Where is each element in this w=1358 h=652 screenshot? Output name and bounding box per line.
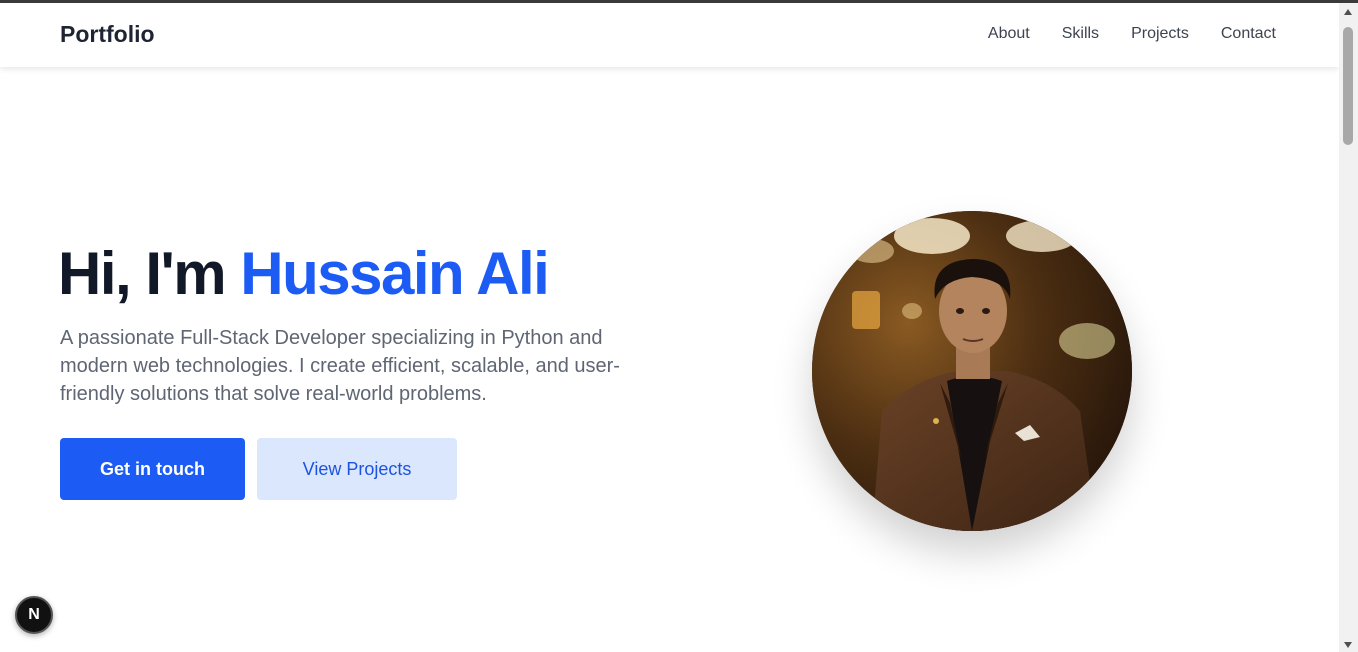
scrollbar-thumb[interactable]: [1343, 27, 1353, 145]
hero-title: Hi, I'm Hussain Ali: [58, 239, 550, 308]
nav-link-projects[interactable]: Projects: [1131, 25, 1189, 43]
nav-links: About Skills Projects Contact: [988, 25, 1276, 43]
view-projects-button[interactable]: View Projects: [257, 438, 457, 500]
nextjs-dev-indicator-icon[interactable]: N: [15, 596, 53, 634]
scroll-down-arrow-icon[interactable]: [1344, 642, 1352, 648]
hero-description: A passionate Full-Stack Developer specia…: [60, 327, 620, 405]
brand-logo[interactable]: Portfolio: [60, 21, 155, 48]
navbar: Portfolio About Skills Projects Contact: [0, 3, 1339, 67]
scroll-up-arrow-icon[interactable]: [1344, 9, 1352, 15]
profile-photo: [812, 211, 1132, 531]
hero-greeting: Hi, I'm: [58, 240, 241, 307]
nav-link-about[interactable]: About: [988, 25, 1030, 43]
nav-link-contact[interactable]: Contact: [1221, 25, 1276, 43]
vertical-scrollbar[interactable]: [1339, 3, 1358, 652]
get-in-touch-button[interactable]: Get in touch: [60, 438, 245, 500]
hero-name: Hussain Ali: [240, 240, 550, 307]
page-viewport: Portfolio About Skills Projects Contact …: [0, 3, 1339, 652]
nav-link-skills[interactable]: Skills: [1062, 25, 1099, 43]
